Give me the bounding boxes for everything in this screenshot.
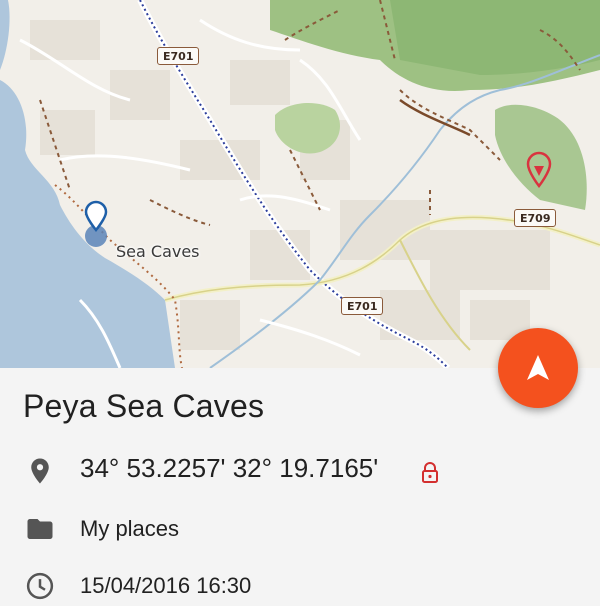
map-pin-icon bbox=[526, 151, 552, 189]
timestamp-row: 15/04/2016 16:30 bbox=[0, 565, 600, 605]
map-pin-icon bbox=[84, 200, 108, 247]
road-shield-e701-north: E701 bbox=[157, 47, 200, 65]
map-view[interactable]: E701 E701 E709 Sea Caves bbox=[0, 0, 600, 368]
coordinates-text: 34° 53.2257' 32° 19.7165' bbox=[80, 453, 379, 483]
lock-icon[interactable] bbox=[420, 462, 440, 484]
folder-row[interactable]: My places bbox=[0, 508, 600, 548]
place-title: Peya Sea Caves bbox=[23, 388, 265, 424]
road-shield-e709: E709 bbox=[514, 209, 557, 227]
coordinates-row[interactable]: 34° 53.2257' 32° 19.7165' bbox=[0, 450, 600, 490]
folder-name: My places bbox=[80, 516, 180, 541]
navigation-arrow-icon bbox=[527, 355, 549, 380]
road-shield-e701-south: E701 bbox=[341, 297, 384, 315]
folder-icon bbox=[25, 514, 55, 544]
timestamp-text: 15/04/2016 16:30 bbox=[80, 573, 252, 598]
location-pin-icon bbox=[25, 456, 55, 486]
sea-caves-label: Sea Caves bbox=[116, 242, 200, 261]
navigate-button[interactable] bbox=[498, 328, 578, 408]
place-details-panel: Peya Sea Caves 34° 53.2257' 32° 19.7165'… bbox=[0, 368, 600, 600]
clock-icon bbox=[25, 571, 55, 601]
map-canvas bbox=[0, 0, 600, 368]
